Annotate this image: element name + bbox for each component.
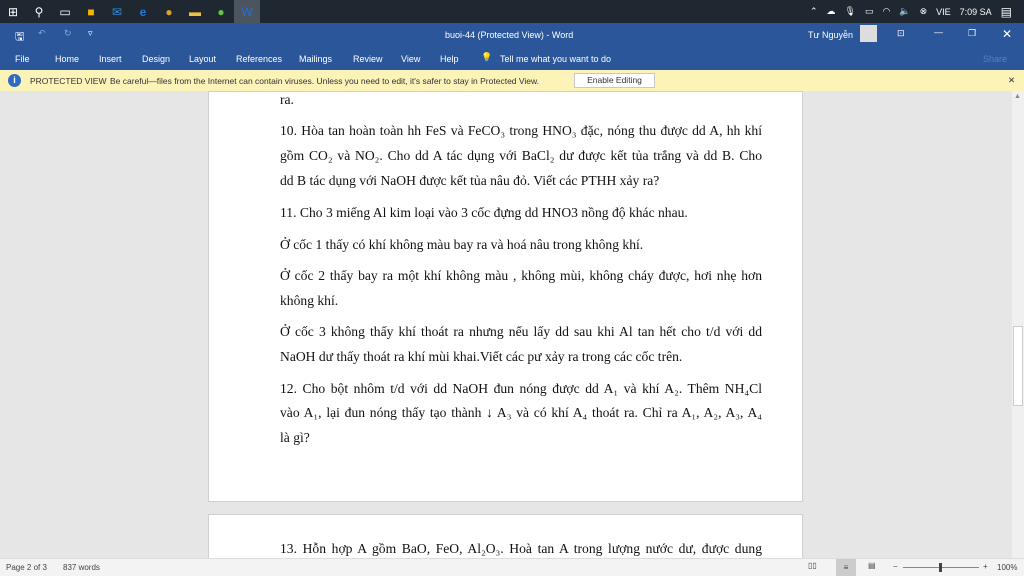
restore-icon[interactable]: ❐ xyxy=(968,28,976,39)
language-indicator[interactable]: VIE xyxy=(936,7,951,17)
ribbon-display-options-icon[interactable]: ⊡ xyxy=(897,28,905,39)
edge-icon[interactable]: e xyxy=(130,0,156,23)
windows-start-icon[interactable]: ⊞ xyxy=(0,0,26,23)
microphone-icon[interactable]: 🎙 xyxy=(845,6,856,17)
document-line: là gì? xyxy=(280,430,310,445)
scroll-thumb[interactable] xyxy=(1013,326,1023,406)
document-line: Ở cốc 1 thấy có khí không màu bay ra và … xyxy=(280,237,644,252)
zoom-in-button[interactable]: + xyxy=(983,562,988,571)
word-count[interactable]: 837 words xyxy=(63,563,100,572)
status-x-icon[interactable]: ⊗ xyxy=(920,6,928,17)
close-bar-icon[interactable]: ✕ xyxy=(1008,75,1015,86)
tab-design[interactable]: Design xyxy=(142,54,170,64)
document-line: 10. Hòa tan hoàn toàn hh FeS và FeCO₃ tr… xyxy=(280,123,762,138)
scroll-up-icon[interactable]: ▲ xyxy=(1014,93,1021,100)
file-explorer-icon[interactable]: ▬ xyxy=(182,0,208,23)
close-icon[interactable]: ✕ xyxy=(1002,27,1012,41)
tab-references[interactable]: References xyxy=(236,54,282,64)
document-line: Ở cốc 3 không thấy khí thoát ra nhưng nế… xyxy=(280,324,762,339)
info-shield-icon: i xyxy=(8,74,21,87)
user-name[interactable]: Tư Nguyễn xyxy=(808,30,853,40)
document-line: 11. Cho 3 miếng Al kim loại vào 3 cốc đự… xyxy=(280,205,688,220)
onedrive-icon[interactable]: ☁ xyxy=(827,6,836,17)
volume-icon[interactable]: 🔈 xyxy=(899,6,910,17)
document-line: NaOH dư thấy thoát ra khí mùi khai.Viết … xyxy=(280,349,683,364)
battery-icon[interactable]: ▭ xyxy=(865,6,874,17)
save-icon[interactable]: 🖫 xyxy=(15,28,24,47)
document-line: vào A₁, lại đun nóng thấy tạo thành ↓ A₃… xyxy=(280,405,762,420)
vertical-scrollbar[interactable]: ▲ xyxy=(1012,91,1024,558)
document-line: không khí. xyxy=(280,293,339,308)
undo-icon[interactable]: ↶ xyxy=(38,28,46,39)
protected-view-label: PROTECTED VIEW xyxy=(30,76,107,86)
chevron-up-icon[interactable]: ⌃ xyxy=(810,6,818,17)
customize-toolbar-icon[interactable]: ▿ xyxy=(88,28,93,39)
document-line: 12. Cho bột nhôm t/d với dd NaOH đun nón… xyxy=(280,381,762,396)
avatar[interactable] xyxy=(860,25,877,42)
page-indicator[interactable]: Page 2 of 3 xyxy=(6,563,47,572)
greenshot-icon[interactable]: ● xyxy=(208,0,234,23)
document-line: Ở cốc 2 thấy bay ra một khí không màu , … xyxy=(280,268,762,283)
read-mode-icon[interactable]: ▯▯ xyxy=(808,561,817,570)
redo-icon[interactable]: ↻ xyxy=(64,28,72,39)
document-line: ra. xyxy=(280,92,294,107)
web-layout-icon[interactable]: ▤ xyxy=(868,561,876,570)
tab-file[interactable]: File xyxy=(15,54,30,64)
clock[interactable]: 7:09 SA xyxy=(960,7,992,17)
document-line: 13. Hỗn hợp A gồm BaO, FeO, Al₂O₃. Hoà t… xyxy=(280,541,762,556)
task-view-icon[interactable]: ▭ xyxy=(52,0,78,23)
document-line: dd B tác dụng với NaOH được kết tủa nâu … xyxy=(280,173,660,188)
tab-layout[interactable]: Layout xyxy=(189,54,216,64)
document-line: gồm CO₂ và NO₂. Cho dd A tác dụng với Ba… xyxy=(280,148,762,163)
mail-icon[interactable]: ✉ xyxy=(104,0,130,23)
share-button[interactable]: Share xyxy=(983,54,1007,64)
notifications-icon[interactable]: ▤ xyxy=(1001,5,1012,19)
status-bar: Page 2 of 3 837 words ▯▯ ≡ ▤ − + 100% xyxy=(0,558,1024,576)
tab-insert[interactable]: Insert xyxy=(99,54,122,64)
minimize-icon[interactable]: — xyxy=(934,27,943,37)
search-icon[interactable]: ⚲ xyxy=(26,0,52,23)
chrome-icon[interactable]: ● xyxy=(156,0,182,23)
zoom-slider-thumb[interactable] xyxy=(939,563,942,572)
zoom-level[interactable]: 100% xyxy=(997,563,1017,572)
tab-home[interactable]: Home xyxy=(55,54,79,64)
document-body[interactable]: ra. 10. Hòa tan hoàn toàn hh FeS và FeCO₃… xyxy=(280,0,762,576)
store-icon[interactable]: ■ xyxy=(78,0,104,23)
zoom-out-button[interactable]: − xyxy=(893,562,898,571)
system-tray: ⌃ ☁ 🎙 ▭ ◠ 🔈 ⊗ VIE 7:09 SA ▤ xyxy=(810,0,1024,23)
wifi-icon[interactable]: ◠ xyxy=(882,6,890,17)
word-icon[interactable]: W xyxy=(234,0,260,23)
print-layout-icon[interactable]: ≡ xyxy=(836,559,856,576)
